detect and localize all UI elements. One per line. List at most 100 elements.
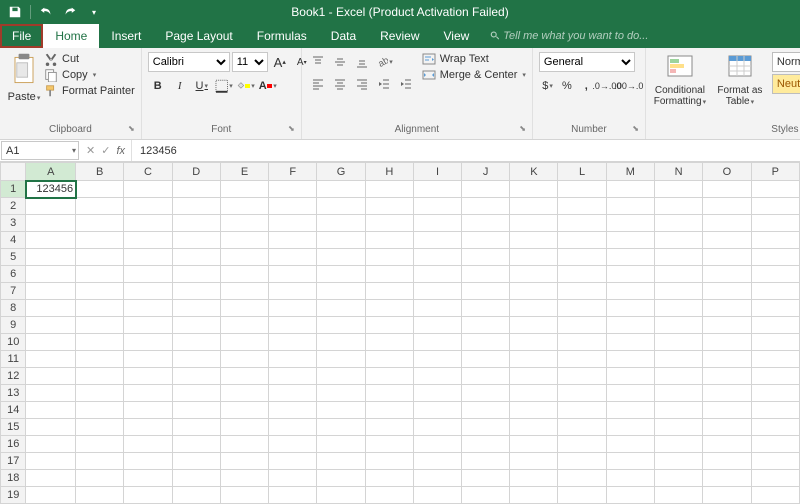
- tab-data[interactable]: Data: [319, 24, 368, 48]
- cell[interactable]: [26, 470, 76, 487]
- cell[interactable]: [317, 249, 365, 266]
- cell[interactable]: [703, 368, 751, 385]
- cell[interactable]: [26, 402, 76, 419]
- cell[interactable]: [655, 368, 703, 385]
- cell[interactable]: [220, 419, 268, 436]
- conditional-formatting-button[interactable]: Conditional Formatting▾: [652, 52, 708, 107]
- cell[interactable]: [558, 181, 606, 198]
- cell[interactable]: [751, 385, 799, 402]
- bold-button[interactable]: B: [148, 76, 168, 96]
- cell[interactable]: [703, 283, 751, 300]
- cell[interactable]: [462, 402, 510, 419]
- cell[interactable]: [365, 232, 413, 249]
- cell[interactable]: [462, 368, 510, 385]
- name-box[interactable]: A1 ▾: [1, 141, 79, 160]
- row-header[interactable]: 7: [1, 283, 26, 300]
- cell[interactable]: [606, 215, 654, 232]
- cell[interactable]: [413, 453, 461, 470]
- cell[interactable]: [269, 470, 317, 487]
- cell[interactable]: [462, 181, 510, 198]
- cell[interactable]: [365, 249, 413, 266]
- select-all-corner[interactable]: [1, 163, 26, 181]
- cell[interactable]: [220, 266, 268, 283]
- cell[interactable]: [26, 300, 76, 317]
- cell[interactable]: [413, 283, 461, 300]
- cell[interactable]: [124, 232, 172, 249]
- cell[interactable]: [220, 351, 268, 368]
- cell[interactable]: [510, 283, 558, 300]
- enter-formula-button[interactable]: ✓: [101, 144, 110, 157]
- cell[interactable]: [655, 419, 703, 436]
- cell[interactable]: [606, 249, 654, 266]
- increase-font-button[interactable]: A▴: [270, 52, 290, 72]
- cell[interactable]: [558, 232, 606, 249]
- cell[interactable]: [751, 470, 799, 487]
- cell[interactable]: [269, 181, 317, 198]
- row-header[interactable]: 9: [1, 317, 26, 334]
- tab-page-layout[interactable]: Page Layout: [153, 24, 244, 48]
- cell[interactable]: [606, 453, 654, 470]
- cell[interactable]: [76, 283, 124, 300]
- cell[interactable]: [655, 317, 703, 334]
- cell[interactable]: [606, 317, 654, 334]
- cell[interactable]: [124, 198, 172, 215]
- cell[interactable]: [220, 334, 268, 351]
- row-header[interactable]: 19: [1, 487, 26, 504]
- cell[interactable]: [269, 283, 317, 300]
- cell[interactable]: [26, 419, 76, 436]
- cell[interactable]: [751, 368, 799, 385]
- cell[interactable]: [317, 300, 365, 317]
- cell[interactable]: [124, 334, 172, 351]
- style-normal[interactable]: Normal: [772, 52, 800, 72]
- cell[interactable]: [413, 368, 461, 385]
- cell[interactable]: [172, 300, 220, 317]
- cell[interactable]: [703, 402, 751, 419]
- cell[interactable]: [655, 266, 703, 283]
- cell[interactable]: [365, 334, 413, 351]
- cell[interactable]: [269, 317, 317, 334]
- cell[interactable]: [76, 419, 124, 436]
- cell[interactable]: [462, 351, 510, 368]
- cell[interactable]: [413, 487, 461, 504]
- cell[interactable]: [317, 232, 365, 249]
- cell[interactable]: [655, 181, 703, 198]
- cell[interactable]: [172, 249, 220, 266]
- row-header[interactable]: 16: [1, 436, 26, 453]
- cell[interactable]: [317, 266, 365, 283]
- column-header[interactable]: O: [703, 163, 751, 181]
- paste-button[interactable]: Paste▾: [6, 50, 42, 103]
- cell[interactable]: [317, 198, 365, 215]
- cell[interactable]: [510, 402, 558, 419]
- cell[interactable]: [269, 419, 317, 436]
- cell[interactable]: [124, 181, 172, 198]
- align-middle-button[interactable]: [330, 52, 350, 72]
- insert-function-button[interactable]: fx: [116, 145, 125, 157]
- cell[interactable]: [655, 402, 703, 419]
- cell[interactable]: [413, 266, 461, 283]
- cell[interactable]: [172, 266, 220, 283]
- cell[interactable]: [462, 249, 510, 266]
- cell[interactable]: [462, 266, 510, 283]
- cell[interactable]: [655, 232, 703, 249]
- cell[interactable]: [558, 351, 606, 368]
- cell[interactable]: [751, 436, 799, 453]
- cell[interactable]: [365, 283, 413, 300]
- name-box-dropdown-icon[interactable]: ▾: [72, 146, 76, 155]
- cell[interactable]: [317, 368, 365, 385]
- cell[interactable]: [510, 453, 558, 470]
- cell[interactable]: [26, 232, 76, 249]
- cell[interactable]: [124, 300, 172, 317]
- cell[interactable]: [751, 317, 799, 334]
- undo-button[interactable]: [35, 2, 57, 22]
- cell[interactable]: [413, 215, 461, 232]
- row-header[interactable]: 10: [1, 334, 26, 351]
- cell[interactable]: [124, 283, 172, 300]
- cell[interactable]: [76, 300, 124, 317]
- cell[interactable]: [510, 249, 558, 266]
- cell[interactable]: [172, 470, 220, 487]
- cell[interactable]: [124, 453, 172, 470]
- cell[interactable]: [751, 249, 799, 266]
- cell[interactable]: [317, 470, 365, 487]
- cell[interactable]: [172, 232, 220, 249]
- cell[interactable]: [413, 300, 461, 317]
